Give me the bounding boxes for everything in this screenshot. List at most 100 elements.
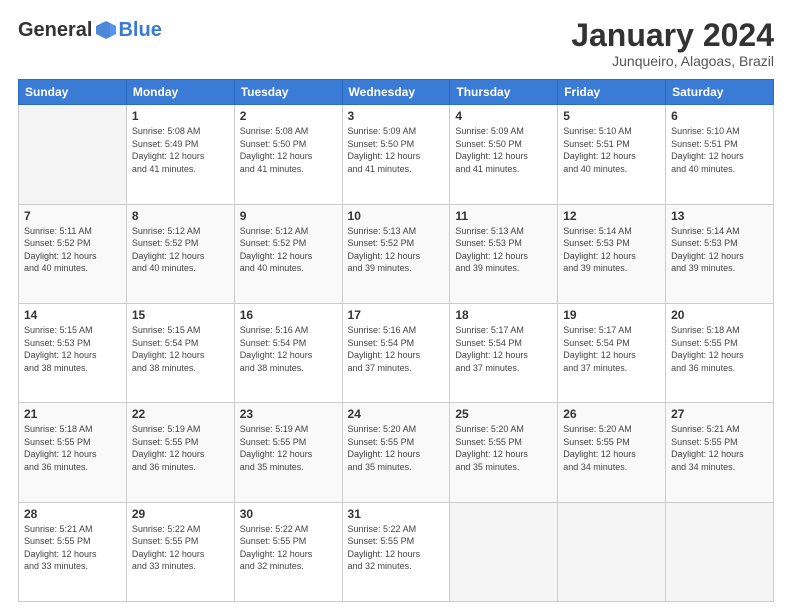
day-number: 30 [240, 507, 337, 521]
day-number: 27 [671, 407, 768, 421]
day-number: 22 [132, 407, 229, 421]
day-info: Sunrise: 5:13 AM Sunset: 5:52 PM Dayligh… [348, 225, 445, 275]
table-cell: 5 Sunrise: 5:10 AM Sunset: 5:51 PM Daylig… [558, 105, 666, 204]
week-row-1: 7Sunrise: 5:11 AM Sunset: 5:52 PM Daylig… [19, 204, 774, 303]
location: Junqueiro, Alagoas, Brazil [571, 53, 774, 69]
table-cell: 24 Sunrise: 5:20 AM Sunset: 5:55 PM Dayli… [342, 403, 450, 502]
day-number: 16 [240, 308, 337, 322]
table-cell: 7Sunrise: 5:11 AM Sunset: 5:52 PM Daylig… [19, 204, 127, 303]
day-info: Sunrise: 5:16 AM Sunset: 5:54 PM Dayligh… [348, 324, 445, 374]
table-cell: 27 Sunrise: 5:21 AM Sunset: 5:55 PM Dayli… [666, 403, 774, 502]
day-number: 9 [240, 209, 337, 223]
day-number: 1 [132, 109, 229, 123]
day-info: Sunrise: 5:12 AM Sunset: 5:52 PM Dayligh… [240, 225, 337, 275]
day-info: Sunrise: 5:19 AM Sunset: 5:55 PM Dayligh… [240, 423, 337, 473]
day-info: Sunrise: 5:09 AM Sunset: 5:50 PM Dayligh… [455, 125, 552, 175]
day-info: Sunrise: 5:18 AM Sunset: 5:55 PM Dayligh… [671, 324, 768, 374]
day-number: 10 [348, 209, 445, 223]
day-info: Sunrise: 5:15 AM Sunset: 5:54 PM Dayligh… [132, 324, 229, 374]
day-info: Sunrise: 5:10 AM Sunset: 5:51 PM Dayligh… [563, 125, 660, 175]
header: General Blue January 2024 Junqueiro, Ala… [18, 18, 774, 69]
table-cell: 23 Sunrise: 5:19 AM Sunset: 5:55 PM Dayli… [234, 403, 342, 502]
day-info: Sunrise: 5:21 AM Sunset: 5:55 PM Dayligh… [24, 523, 121, 573]
table-cell: 4 Sunrise: 5:09 AM Sunset: 5:50 PM Daylig… [450, 105, 558, 204]
day-number: 31 [348, 507, 445, 521]
day-number: 13 [671, 209, 768, 223]
day-number: 23 [240, 407, 337, 421]
week-row-2: 14 Sunrise: 5:15 AM Sunset: 5:53 PM Dayli… [19, 303, 774, 402]
month-title: January 2024 [571, 18, 774, 53]
day-info: Sunrise: 5:20 AM Sunset: 5:55 PM Dayligh… [348, 423, 445, 473]
day-number: 24 [348, 407, 445, 421]
day-info: Sunrise: 5:22 AM Sunset: 5:55 PM Dayligh… [240, 523, 337, 573]
table-cell [666, 502, 774, 601]
day-info: Sunrise: 5:17 AM Sunset: 5:54 PM Dayligh… [455, 324, 552, 374]
logo-general: General [18, 19, 92, 42]
day-info: Sunrise: 5:17 AM Sunset: 5:54 PM Dayligh… [563, 324, 660, 374]
day-number: 3 [348, 109, 445, 123]
day-number: 6 [671, 109, 768, 123]
table-cell: 25Sunrise: 5:20 AM Sunset: 5:55 PM Dayli… [450, 403, 558, 502]
day-number: 28 [24, 507, 121, 521]
day-info: Sunrise: 5:20 AM Sunset: 5:55 PM Dayligh… [563, 423, 660, 473]
logo: General Blue [18, 18, 162, 42]
week-row-4: 28 Sunrise: 5:21 AM Sunset: 5:55 PM Dayli… [19, 502, 774, 601]
day-number: 21 [24, 407, 121, 421]
table-cell: 8 Sunrise: 5:12 AM Sunset: 5:52 PM Daylig… [126, 204, 234, 303]
header-saturday: Saturday [666, 80, 774, 105]
day-info: Sunrise: 5:22 AM Sunset: 5:55 PM Dayligh… [348, 523, 445, 573]
table-cell: 29 Sunrise: 5:22 AM Sunset: 5:55 PM Dayli… [126, 502, 234, 601]
day-info: Sunrise: 5:14 AM Sunset: 5:53 PM Dayligh… [563, 225, 660, 275]
table-cell: 10 Sunrise: 5:13 AM Sunset: 5:52 PM Dayli… [342, 204, 450, 303]
header-wednesday: Wednesday [342, 80, 450, 105]
day-info: Sunrise: 5:22 AM Sunset: 5:55 PM Dayligh… [132, 523, 229, 573]
table-cell: 9 Sunrise: 5:12 AM Sunset: 5:52 PM Daylig… [234, 204, 342, 303]
day-info: Sunrise: 5:15 AM Sunset: 5:53 PM Dayligh… [24, 324, 121, 374]
header-friday: Friday [558, 80, 666, 105]
title-block: January 2024 Junqueiro, Alagoas, Brazil [571, 18, 774, 69]
day-number: 11 [455, 209, 552, 223]
day-number: 15 [132, 308, 229, 322]
header-tuesday: Tuesday [234, 80, 342, 105]
table-cell: 14 Sunrise: 5:15 AM Sunset: 5:53 PM Dayli… [19, 303, 127, 402]
day-number: 8 [132, 209, 229, 223]
table-cell: 12Sunrise: 5:14 AM Sunset: 5:53 PM Dayli… [558, 204, 666, 303]
table-cell: 26Sunrise: 5:20 AM Sunset: 5:55 PM Dayli… [558, 403, 666, 502]
day-info: Sunrise: 5:12 AM Sunset: 5:52 PM Dayligh… [132, 225, 229, 275]
day-info: Sunrise: 5:21 AM Sunset: 5:55 PM Dayligh… [671, 423, 768, 473]
day-info: Sunrise: 5:10 AM Sunset: 5:51 PM Dayligh… [671, 125, 768, 175]
day-number: 17 [348, 308, 445, 322]
week-row-0: 1 Sunrise: 5:08 AM Sunset: 5:49 PM Daylig… [19, 105, 774, 204]
day-info: Sunrise: 5:18 AM Sunset: 5:55 PM Dayligh… [24, 423, 121, 473]
table-cell: 30 Sunrise: 5:22 AM Sunset: 5:55 PM Dayli… [234, 502, 342, 601]
day-number: 4 [455, 109, 552, 123]
week-row-3: 21 Sunrise: 5:18 AM Sunset: 5:55 PM Dayli… [19, 403, 774, 502]
logo-blue: Blue [118, 19, 161, 42]
table-cell: 22Sunrise: 5:19 AM Sunset: 5:55 PM Dayli… [126, 403, 234, 502]
day-info: Sunrise: 5:11 AM Sunset: 5:52 PM Dayligh… [24, 225, 121, 275]
table-cell: 16 Sunrise: 5:16 AM Sunset: 5:54 PM Dayli… [234, 303, 342, 402]
day-number: 29 [132, 507, 229, 521]
page: General Blue January 2024 Junqueiro, Ala… [0, 0, 792, 612]
day-number: 18 [455, 308, 552, 322]
table-cell: 13 Sunrise: 5:14 AM Sunset: 5:53 PM Dayli… [666, 204, 774, 303]
day-number: 2 [240, 109, 337, 123]
weekday-header-row: Sunday Monday Tuesday Wednesday Thursday… [19, 80, 774, 105]
day-info: Sunrise: 5:14 AM Sunset: 5:53 PM Dayligh… [671, 225, 768, 275]
day-info: Sunrise: 5:09 AM Sunset: 5:50 PM Dayligh… [348, 125, 445, 175]
table-cell: 1 Sunrise: 5:08 AM Sunset: 5:49 PM Daylig… [126, 105, 234, 204]
day-number: 19 [563, 308, 660, 322]
table-cell: 21 Sunrise: 5:18 AM Sunset: 5:55 PM Dayli… [19, 403, 127, 502]
day-number: 14 [24, 308, 121, 322]
day-number: 20 [671, 308, 768, 322]
table-cell: 18 Sunrise: 5:17 AM Sunset: 5:54 PM Dayli… [450, 303, 558, 402]
day-info: Sunrise: 5:16 AM Sunset: 5:54 PM Dayligh… [240, 324, 337, 374]
table-cell: 17 Sunrise: 5:16 AM Sunset: 5:54 PM Dayli… [342, 303, 450, 402]
header-thursday: Thursday [450, 80, 558, 105]
table-cell [450, 502, 558, 601]
table-cell: 20 Sunrise: 5:18 AM Sunset: 5:55 PM Dayli… [666, 303, 774, 402]
table-cell: 15 Sunrise: 5:15 AM Sunset: 5:54 PM Dayli… [126, 303, 234, 402]
day-number: 5 [563, 109, 660, 123]
day-info: Sunrise: 5:08 AM Sunset: 5:49 PM Dayligh… [132, 125, 229, 175]
logo-icon [94, 18, 118, 42]
